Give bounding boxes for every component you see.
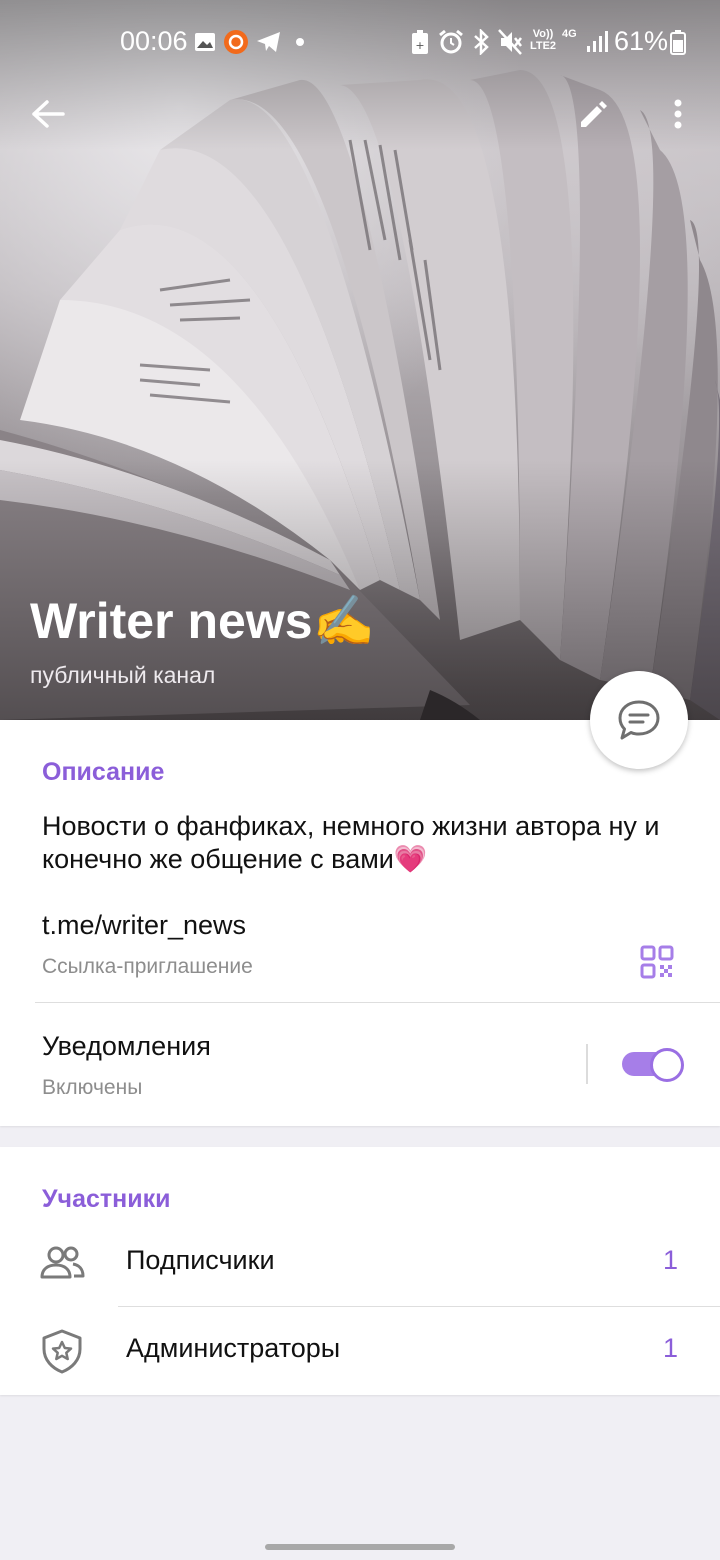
gallery-icon	[195, 33, 215, 51]
notifications-label: Уведомления	[42, 1031, 211, 1061]
battery-percent: 61%	[613, 26, 668, 56]
bluetooth-icon	[474, 29, 489, 55]
channel-description[interactable]: Новости о фанфиках, немного жизни автора…	[42, 810, 692, 876]
telegram-icon	[257, 32, 280, 52]
volte-icon: Vo)) LTE2	[529, 28, 557, 52]
description-section-title: Описание	[42, 758, 165, 786]
chat-bubble-icon	[618, 700, 660, 740]
more-vertical-icon	[674, 99, 682, 129]
notifications-toggle[interactable]	[622, 1048, 684, 1082]
members-section-title: Участники	[42, 1185, 171, 1213]
subscribers-label: Подписчики	[126, 1245, 275, 1275]
qr-code-icon[interactable]	[640, 945, 674, 979]
invite-link-caption: Ссылка-приглашение	[42, 955, 253, 978]
svg-text:+: +	[415, 39, 424, 52]
invite-link[interactable]: t.me/writer_news	[42, 910, 246, 941]
administrators-label: Администраторы	[126, 1333, 341, 1363]
discussion-button[interactable]	[590, 671, 688, 769]
battery-saver-icon: +	[412, 30, 428, 54]
battery-icon	[670, 30, 686, 55]
notifications-state: Включены	[42, 1076, 143, 1099]
admin-shield-icon	[42, 1329, 82, 1374]
signal-icon	[587, 31, 608, 52]
channel-title: Writer news✍	[30, 592, 375, 651]
administrators-row[interactable]: Администраторы 1	[0, 1307, 720, 1395]
4g-icon: 4G	[562, 28, 577, 40]
arrow-left-icon	[32, 100, 65, 128]
writing-hand-emoji: ✍	[312, 593, 375, 649]
subscribers-row[interactable]: Подписчики 1	[0, 1219, 720, 1307]
subscribers-count: 1	[662, 1245, 678, 1275]
more-options-button[interactable]	[648, 84, 708, 144]
status-bar: 00:06 + Vo)) LTE2 4G 61%	[0, 0, 720, 84]
members-section: Участники Подписчики 1 Администраторы 1	[0, 1147, 720, 1395]
administrators-count: 1	[662, 1333, 678, 1363]
users-icon	[40, 1246, 85, 1279]
channel-name: Writer news	[30, 593, 313, 649]
status-time: 00:06	[120, 26, 188, 56]
pencil-icon	[581, 101, 607, 127]
alarm-icon	[439, 29, 463, 54]
channel-subtitle: публичный канал	[30, 662, 216, 688]
toggle-separator	[586, 1044, 588, 1084]
edit-button[interactable]	[564, 84, 624, 144]
gesture-nav-bar[interactable]	[265, 1544, 455, 1550]
app-notification-icon	[224, 30, 248, 54]
mute-icon	[498, 29, 522, 55]
divider	[35, 1002, 720, 1003]
channel-info-section: Описание Новости о фанфиках, немного жиз…	[0, 720, 720, 1126]
back-button[interactable]	[18, 84, 78, 144]
dot-icon	[296, 38, 304, 46]
